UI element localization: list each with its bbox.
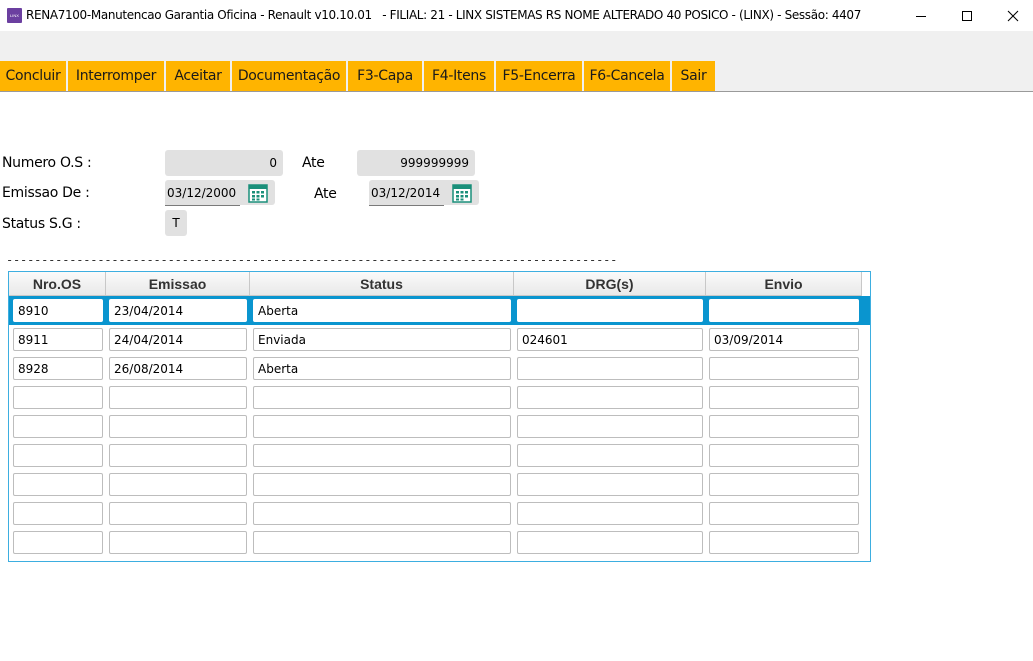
numero-os-to-input[interactable]: 999999999 [357, 150, 475, 176]
cell-nro-os[interactable] [13, 531, 103, 554]
cell-drgs[interactable] [517, 473, 703, 496]
maximize-button[interactable] [944, 0, 990, 31]
f6-cancela-button[interactable]: F6-Cancela [584, 61, 670, 91]
documentacao-button[interactable]: Documentação [232, 61, 346, 91]
cell-emissao[interactable]: 26/08/2014 [109, 357, 247, 380]
cell-emissao[interactable] [109, 473, 247, 496]
os-grid: Nro.OS Emissao Status DRG(s) Envio 8910 2… [8, 271, 871, 562]
column-header-nro-os[interactable]: Nro.OS [9, 272, 106, 296]
table-row[interactable]: 8910 23/04/2014 Aberta [9, 296, 870, 325]
minimize-icon [916, 15, 926, 17]
cell-envio[interactable] [709, 415, 859, 438]
cell-drgs[interactable] [517, 444, 703, 467]
table-row[interactable] [9, 383, 870, 412]
calendar-icon [451, 183, 472, 203]
cell-status[interactable] [253, 415, 511, 438]
calendar-icon [247, 183, 268, 203]
emissao-ate-label: Ate [314, 186, 337, 202]
cell-nro-os[interactable]: 8910 [13, 299, 103, 322]
cell-drgs[interactable] [517, 386, 703, 409]
status-sg-label: Status S.G : [2, 216, 81, 232]
cell-envio[interactable] [709, 502, 859, 525]
cell-nro-os[interactable] [13, 502, 103, 525]
cell-drgs[interactable] [517, 357, 703, 380]
column-header-status[interactable]: Status [250, 272, 514, 296]
emissao-to-input[interactable]: 03/12/2014 [369, 180, 444, 206]
column-header-envio[interactable]: Envio [706, 272, 862, 296]
table-row[interactable] [9, 412, 870, 441]
cell-emissao[interactable]: 23/04/2014 [109, 299, 247, 322]
cell-envio[interactable]: 03/09/2014 [709, 328, 859, 351]
emissao-from-input[interactable]: 03/12/2000 [165, 180, 240, 206]
column-header-drgs[interactable]: DRG(s) [514, 272, 706, 296]
close-icon [1007, 10, 1019, 21]
table-row[interactable] [9, 441, 870, 470]
numero-os-from-input[interactable]: 0 [165, 150, 283, 176]
cell-envio[interactable] [709, 299, 859, 322]
cell-nro-os[interactable]: 8911 [13, 328, 103, 351]
cell-envio[interactable] [709, 531, 859, 554]
numero-os-ate-label: Ate [302, 155, 325, 171]
emissao-to-calendar-button[interactable] [444, 180, 479, 205]
toolbar-divider [0, 91, 1033, 92]
cell-nro-os[interactable]: 8928 [13, 357, 103, 380]
cell-envio[interactable] [709, 357, 859, 380]
cell-envio[interactable] [709, 386, 859, 409]
maximize-icon [962, 10, 972, 21]
emissao-label: Emissao De : [2, 185, 90, 201]
close-button[interactable] [990, 0, 1033, 31]
table-row[interactable] [9, 470, 870, 499]
cell-status[interactable]: Aberta [253, 299, 511, 322]
cell-drgs[interactable]: 024601 [517, 328, 703, 351]
cell-emissao[interactable]: 24/04/2014 [109, 328, 247, 351]
cell-status[interactable] [253, 444, 511, 467]
cell-emissao[interactable] [109, 444, 247, 467]
cell-drgs[interactable] [517, 415, 703, 438]
app-icon: LINX [7, 8, 22, 23]
cell-drgs[interactable] [517, 299, 703, 322]
cell-emissao[interactable] [109, 386, 247, 409]
cell-nro-os[interactable] [13, 386, 103, 409]
window-title: RENA7100-Manutencao Garantia Oficina - R… [26, 8, 861, 22]
table-row[interactable] [9, 528, 870, 557]
cell-drgs[interactable] [517, 502, 703, 525]
toolbar: Concluir Interromper Aceitar Documentaçã… [0, 61, 717, 91]
grid-header: Nro.OS Emissao Status DRG(s) Envio [9, 272, 862, 296]
cell-status[interactable] [253, 473, 511, 496]
cell-status[interactable] [253, 502, 511, 525]
cell-drgs[interactable] [517, 531, 703, 554]
interromper-button[interactable]: Interromper [68, 61, 164, 91]
cell-nro-os[interactable] [13, 444, 103, 467]
cell-status[interactable] [253, 531, 511, 554]
aceitar-button[interactable]: Aceitar [166, 61, 230, 91]
cell-envio[interactable] [709, 444, 859, 467]
table-row[interactable] [9, 499, 870, 528]
cell-emissao[interactable] [109, 531, 247, 554]
cell-emissao[interactable] [109, 415, 247, 438]
minimize-button[interactable] [898, 0, 944, 31]
f3-capa-button[interactable]: F3-Capa [348, 61, 422, 91]
emissao-from-calendar-button[interactable] [240, 180, 275, 205]
sair-button[interactable]: Sair [672, 61, 715, 91]
concluir-button[interactable]: Concluir [0, 61, 66, 91]
cell-emissao[interactable] [109, 502, 247, 525]
cell-nro-os[interactable] [13, 415, 103, 438]
column-header-emissao[interactable]: Emissao [106, 272, 250, 296]
table-row[interactable]: 8911 24/04/2014 Enviada 024601 03/09/2014 [9, 325, 870, 354]
f4-itens-button[interactable]: F4-Itens [424, 61, 494, 91]
cell-nro-os[interactable] [13, 473, 103, 496]
separator-line: ----------------------------------------… [6, 253, 618, 267]
f5-encerra-button[interactable]: F5-Encerra [496, 61, 582, 91]
numero-os-label: Numero O.S : [2, 155, 92, 171]
cell-status[interactable]: Aberta [253, 357, 511, 380]
cell-status[interactable] [253, 386, 511, 409]
title-bar: LINX RENA7100-Manutencao Garantia Oficin… [0, 0, 1033, 31]
cell-envio[interactable] [709, 473, 859, 496]
table-row[interactable]: 8928 26/08/2014 Aberta [9, 354, 870, 383]
cell-status[interactable]: Enviada [253, 328, 511, 351]
status-sg-input[interactable]: T [165, 210, 187, 236]
